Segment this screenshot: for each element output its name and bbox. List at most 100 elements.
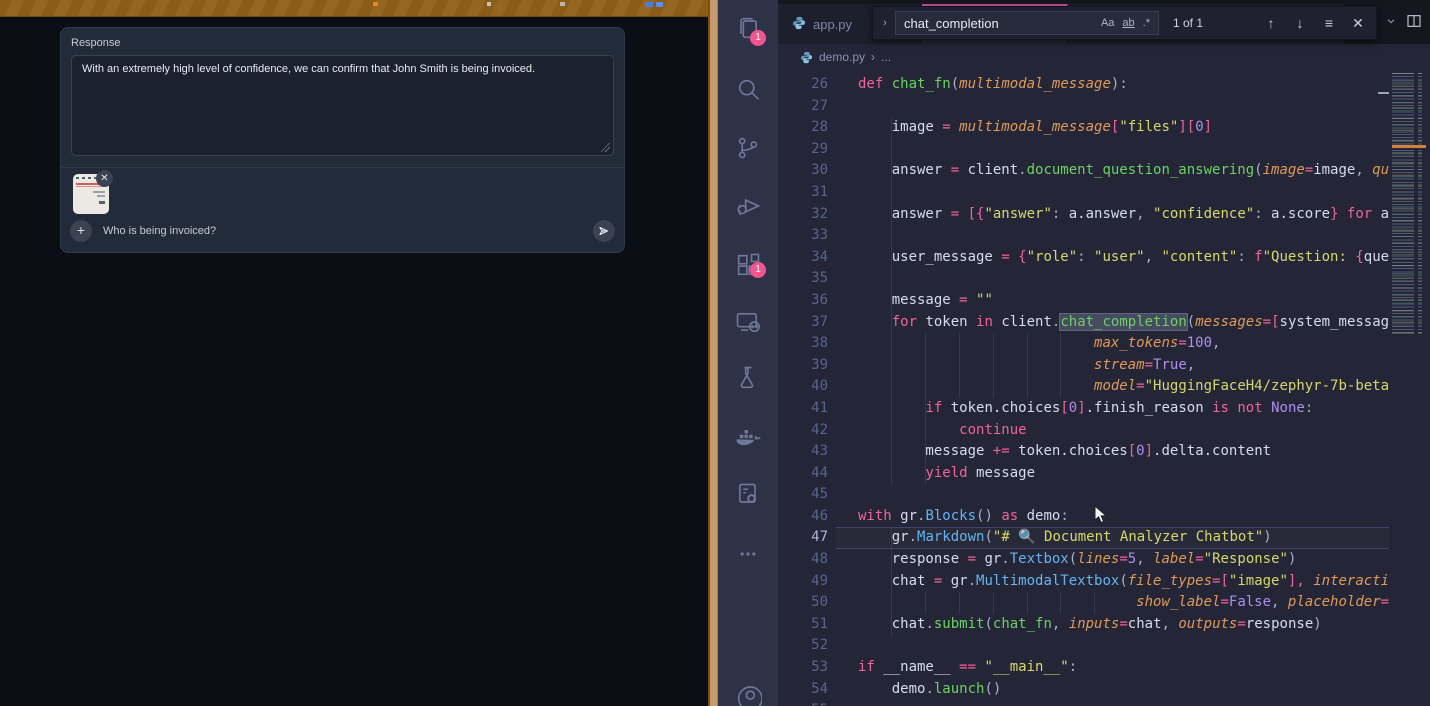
add-attachment-button[interactable]: +	[70, 220, 92, 242]
code-line[interactable]: 36 message = ""	[778, 290, 1389, 312]
wallpaper-speck	[487, 2, 491, 6]
line-number: 55	[778, 700, 828, 706]
code-text: answer = [{"answer": a.answer, "confiden…	[858, 204, 1389, 226]
code-line[interactable]: 42 continue	[778, 420, 1389, 442]
split-editor-icon[interactable]	[1406, 13, 1422, 29]
wallpaper-speck	[656, 2, 663, 7]
code-text: image = multimodal_message["files"][0]	[858, 117, 1212, 139]
code-line[interactable]: 47 gr.Markdown("# 🔍 Document Analyzer Ch…	[778, 527, 1389, 549]
code-text: user_message = {"role": "user", "content…	[858, 247, 1389, 269]
code-line[interactable]: 33	[778, 225, 1389, 247]
line-number: 37	[778, 312, 828, 334]
code-text: if __name__ == "__main__":	[858, 657, 1077, 679]
code-line[interactable]: 27	[778, 96, 1389, 118]
code-line[interactable]: 44 yield message	[778, 463, 1389, 485]
code-line[interactable]: 40 model="HuggingFaceH4/zephyr-7b-beta")…	[778, 376, 1389, 398]
code-line[interactable]: 52	[778, 635, 1389, 657]
minimap[interactable]	[1389, 48, 1430, 706]
code-line[interactable]: 31	[778, 182, 1389, 204]
code-line[interactable]: 49 chat = gr.MultimodalTextbox(file_type…	[778, 571, 1389, 593]
code-line[interactable]: 26 def chat_fn(multimodal_message):	[778, 74, 1389, 96]
line-number: 44	[778, 463, 828, 485]
breadcrumb-more[interactable]: ...	[881, 50, 891, 64]
code-line[interactable]: 29	[778, 139, 1389, 161]
line-number: 54	[778, 679, 828, 701]
line-number: 35	[778, 268, 828, 290]
line-number: 34	[778, 247, 828, 269]
send-button[interactable]	[593, 220, 615, 242]
code-line[interactable]: 30 answer = client.document_question_ans…	[778, 160, 1389, 182]
close-icon: ✕	[100, 173, 108, 184]
line-number: 27	[778, 96, 828, 118]
line-number: 41	[778, 398, 828, 420]
desktop-wallpaper-gap	[708, 0, 718, 706]
gradio-app-window: Response With an extremely high level of…	[0, 17, 708, 706]
test-beaker-icon[interactable]	[734, 364, 762, 392]
find-input-box: Aa ab .*	[895, 11, 1159, 35]
code-line[interactable]: 51 chat.submit(chat_fn, inputs=chat, out…	[778, 614, 1389, 636]
code-line[interactable]: 53if __name__ == "__main__":	[778, 657, 1389, 679]
find-results-count: 1 of 1	[1173, 16, 1203, 30]
find-close-button[interactable]: ✕	[1346, 15, 1370, 32]
line-number: 45	[778, 484, 828, 506]
code-line[interactable]: 45	[778, 484, 1389, 506]
find-in-selection-button[interactable]: ≡	[1317, 15, 1341, 31]
remove-attachment-button[interactable]: ✕	[96, 170, 113, 187]
code-line[interactable]: 38 max_tokens=100,	[778, 333, 1389, 355]
chat-input[interactable]	[103, 220, 583, 242]
find-previous-button[interactable]: ↑	[1259, 15, 1283, 31]
code-line[interactable]: 32 answer = [{"answer": a.answer, "confi…	[778, 204, 1389, 226]
code-line[interactable]: 37 for token in client.chat_completion(m…	[778, 312, 1389, 334]
line-number: 26	[778, 74, 828, 96]
run-debug-icon[interactable]	[734, 192, 762, 220]
activity-bar: 1 1	[718, 0, 778, 706]
regex-toggle[interactable]: .*	[1139, 16, 1154, 30]
breadcrumb-file[interactable]: demo.py	[819, 50, 865, 64]
find-input[interactable]	[904, 16, 1097, 31]
code-text: def chat_fn(multimodal_message):	[858, 74, 1128, 96]
code-line[interactable]: 34 user_message = {"role": "user", "cont…	[778, 247, 1389, 269]
code-line[interactable]: 54 demo.launch()	[778, 679, 1389, 701]
remote-explorer-icon[interactable]	[734, 308, 762, 336]
run-dropdown-chevron-icon[interactable]	[1386, 16, 1396, 26]
code-line[interactable]: 28 image = multimodal_message["files"][0…	[778, 117, 1389, 139]
line-number: 42	[778, 420, 828, 442]
code-line[interactable]: 46with gr.Blocks() as demo:	[778, 506, 1389, 528]
code-text: continue	[858, 420, 1027, 442]
find-next-button[interactable]: ↓	[1288, 15, 1312, 31]
line-number: 51	[778, 614, 828, 636]
code-line[interactable]: 41 if token.choices[0].finish_reason is …	[778, 398, 1389, 420]
search-icon[interactable]	[734, 76, 762, 104]
line-number: 50	[778, 592, 828, 614]
code-line[interactable]: 43 message += token.choices[0].delta.con…	[778, 441, 1389, 463]
docker-icon[interactable]	[734, 423, 762, 451]
code-line[interactable]: 39 stream=True,	[778, 355, 1389, 377]
source-control-icon[interactable]	[734, 134, 762, 162]
editor-zone: app.py demo.py _client.py ~/.../python3.…	[778, 0, 1430, 706]
code-line[interactable]: 55	[778, 700, 1389, 706]
code-line[interactable]: 35	[778, 268, 1389, 290]
line-number: 40	[778, 376, 828, 398]
account-icon[interactable]	[734, 680, 762, 706]
line-number: 52	[778, 635, 828, 657]
code-line[interactable]: 48 response = gr.Textbox(lines=5, label=…	[778, 549, 1389, 571]
whole-word-toggle[interactable]: ab	[1118, 16, 1138, 30]
line-number: 32	[778, 204, 828, 226]
wallpaper-speck	[560, 2, 565, 6]
code-text: max_tokens=100,	[858, 333, 1220, 355]
more-actions-icon[interactable]	[734, 540, 762, 568]
code-line[interactable]: 50 show_label=False, placeholder="Upload…	[778, 592, 1389, 614]
line-number: 31	[778, 182, 828, 204]
code-text: show_label=False, placeholder="Upload an…	[858, 592, 1389, 614]
code-text: model="HuggingFaceH4/zephyr-7b-beta"):	[858, 376, 1389, 398]
code-editor[interactable]: 26 def chat_fn(multimodal_message): 2728 i…	[778, 70, 1389, 706]
response-textarea[interactable]: With an extremely high level of confiden…	[71, 55, 614, 156]
plus-icon: +	[77, 222, 85, 238]
match-case-toggle[interactable]: Aa	[1097, 16, 1118, 30]
line-number: 33	[778, 225, 828, 247]
code-text: demo.launch()	[858, 679, 1001, 701]
toggle-replace-chevron-icon[interactable]: ›	[877, 17, 893, 29]
minimap-code-texture	[1392, 73, 1422, 335]
breadcrumb[interactable]: demo.py › ...	[778, 44, 1389, 70]
task-settings-icon[interactable]	[734, 481, 762, 509]
